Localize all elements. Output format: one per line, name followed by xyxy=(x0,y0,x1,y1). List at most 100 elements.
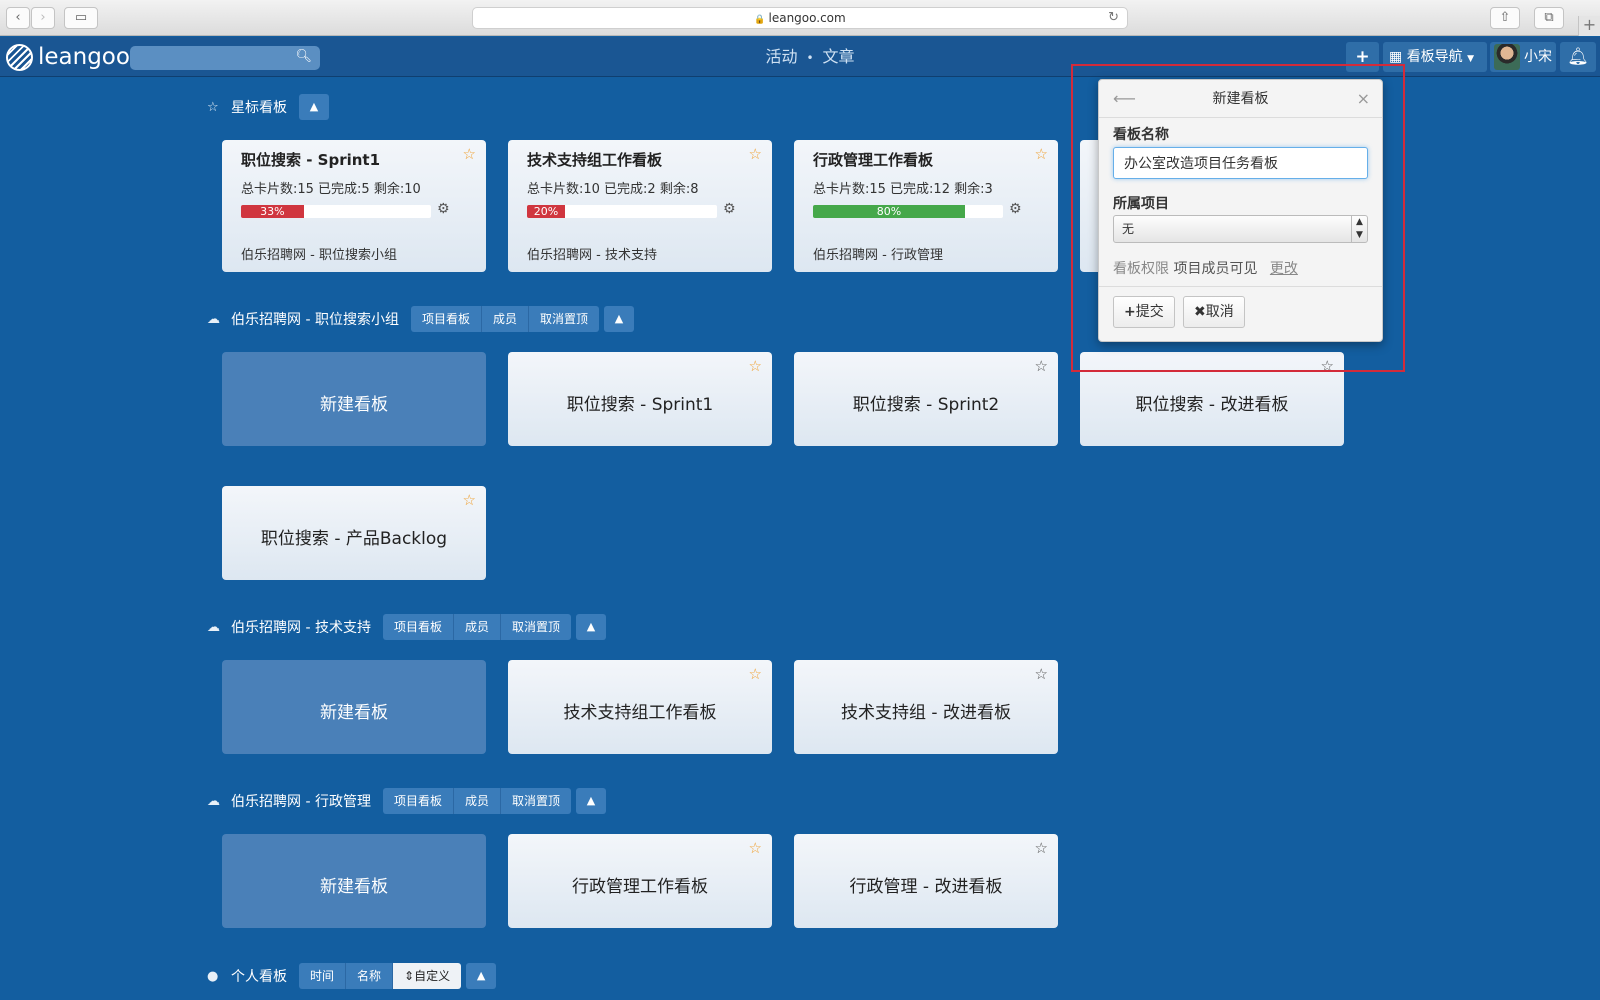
project-section-header: ☁ 伯乐招聘网 - 行政管理 项目看板 成员 取消置顶 ▲ xyxy=(207,787,606,815)
nav-activity[interactable]: 活动 xyxy=(765,47,797,66)
browser-forward-button[interactable]: › xyxy=(31,7,55,29)
star-icon[interactable]: ☆ xyxy=(463,491,476,509)
collapse-button[interactable]: ▲ xyxy=(576,788,606,814)
project-section-header: ☁ 伯乐招聘网 - 职位搜索小组 项目看板 成员 取消置顶 ▲ xyxy=(207,305,634,333)
board-card[interactable]: ☆ 职位搜索 - Sprint1 xyxy=(508,352,772,446)
board-title: 技术支持组 - 改进看板 xyxy=(841,703,1011,723)
project-button-group: 项目看板 成员 取消置顶 xyxy=(382,614,571,640)
project-boards-button[interactable]: 项目看板 xyxy=(410,306,482,332)
unpin-button[interactable]: 取消置顶 xyxy=(500,614,571,640)
starred-board-card[interactable]: 行政管理工作看板 总卡片数:15 已完成:12 剩余:3 80% ⚙ ☆ 伯乐招… xyxy=(794,140,1058,272)
board-card[interactable]: ☆ 技术支持组 - 改进看板 xyxy=(794,660,1058,754)
star-icon[interactable]: ☆ xyxy=(749,665,762,683)
grid-icon: ▦ xyxy=(1389,49,1403,65)
logo-icon xyxy=(6,43,33,71)
board-title: 职位搜索 - 产品Backlog xyxy=(260,529,448,549)
section-title: 星标看板 xyxy=(231,100,287,116)
members-button[interactable]: 成员 xyxy=(481,306,529,332)
board-group: 伯乐招聘网 - 行政管理 xyxy=(813,248,943,263)
project-title: 伯乐招聘网 - 行政管理 xyxy=(231,794,371,810)
star-icon[interactable]: ☆ xyxy=(749,357,762,375)
collapse-button[interactable]: ▲ xyxy=(604,306,634,332)
new-tab-button[interactable]: + xyxy=(1578,16,1600,36)
board-group: 伯乐招聘网 - 技术支持 xyxy=(527,248,657,263)
star-icon[interactable]: ☆ xyxy=(749,145,762,163)
collapse-button[interactable]: ▲ xyxy=(576,614,606,640)
project-title: 伯乐招聘网 - 技术支持 xyxy=(231,620,371,636)
project-boards-button[interactable]: 项目看板 xyxy=(382,788,454,814)
logo[interactable]: leangoo xyxy=(6,43,130,71)
star-icon[interactable]: ☆ xyxy=(1035,665,1048,683)
share-button[interactable]: ⇧ xyxy=(1490,7,1520,29)
progress-bar: 33% xyxy=(241,205,431,218)
team-icon: ☁ xyxy=(207,619,220,635)
team-icon: ☁ xyxy=(207,793,220,809)
nav-articles[interactable]: 文章 xyxy=(823,47,855,66)
section-title: 个人看板 xyxy=(231,969,287,985)
new-board-card[interactable]: 新建看板 xyxy=(222,834,486,928)
user-name: 小宋 xyxy=(1524,49,1552,65)
board-card[interactable]: ☆ 技术支持组工作看板 xyxy=(508,660,772,754)
board-title: 职位搜索 - Sprint2 xyxy=(852,395,1000,415)
tabs-icon: ⧉ xyxy=(1544,10,1554,25)
sidebar-toggle-button[interactable]: ▭ xyxy=(64,7,98,29)
progress-bar: 80% xyxy=(813,205,1003,218)
reload-icon[interactable]: ↻ xyxy=(1108,8,1119,28)
members-button[interactable]: 成员 xyxy=(453,614,501,640)
unpin-button[interactable]: 取消置顶 xyxy=(500,788,571,814)
star-icon[interactable]: ☆ xyxy=(1035,145,1048,163)
highlight-frame xyxy=(1071,64,1405,372)
board-card[interactable]: ☆ 职位搜索 - 产品Backlog xyxy=(222,486,486,580)
user-menu[interactable]: 小宋 xyxy=(1490,42,1556,72)
chevron-up-icon: ▲ xyxy=(476,969,486,982)
star-icon[interactable]: ☆ xyxy=(463,145,476,163)
chevron-up-icon: ▲ xyxy=(586,620,596,633)
sort-name-button[interactable]: 名称 xyxy=(346,963,394,989)
board-card[interactable]: ☆ 行政管理 - 改进看板 xyxy=(794,834,1058,928)
board-stats: 总卡片数:10 已完成:2 剩余:8 xyxy=(527,182,699,197)
address-bar[interactable]: 🔒 leangoo.com ↻ xyxy=(472,7,1128,29)
board-title: 行政管理工作看板 xyxy=(572,877,708,897)
team-icon: ☁ xyxy=(207,311,220,327)
project-boards-button[interactable]: 项目看板 xyxy=(382,614,454,640)
notifications-button[interactable]: 🔔︎ xyxy=(1560,42,1596,72)
sidebar-icon: ▭ xyxy=(74,10,88,25)
members-button[interactable]: 成员 xyxy=(453,788,501,814)
search-icon[interactable]: 🔍︎ xyxy=(295,49,312,64)
new-board-label: 新建看板 xyxy=(320,703,388,723)
tabs-overview-button[interactable]: ⧉ xyxy=(1534,7,1564,29)
star-icon[interactable]: ☆ xyxy=(1035,839,1048,857)
new-board-label: 新建看板 xyxy=(320,395,388,415)
board-nav-label: 看板导航 xyxy=(1406,49,1463,65)
unpin-button[interactable]: 取消置顶 xyxy=(528,306,599,332)
gear-icon[interactable]: ⚙ xyxy=(723,201,736,217)
user-icon: ● xyxy=(207,968,219,984)
search-input[interactable]: 🔍︎ xyxy=(130,46,320,70)
logo-text: leangoo xyxy=(38,44,130,70)
gear-icon[interactable]: ⚙ xyxy=(437,201,450,217)
board-title: 职位搜索 - 改进看板 xyxy=(1135,395,1289,415)
collapse-button[interactable]: ▲ xyxy=(466,963,497,989)
sort-custom-button[interactable]: ⇕自定义 xyxy=(393,963,462,989)
browser-back-button[interactable]: ‹ xyxy=(6,7,30,29)
star-icon[interactable]: ☆ xyxy=(749,839,762,857)
browser-toolbar: ‹ › ▭ 🔒 leangoo.com ↻ ⇧ ⧉ + xyxy=(0,0,1600,36)
progress-fill: 33% xyxy=(241,205,304,218)
board-title: 行政管理 - 改进看板 xyxy=(849,877,1003,897)
board-card[interactable]: ☆ 职位搜索 - Sprint2 xyxy=(794,352,1058,446)
sort-time-button[interactable]: 时间 xyxy=(299,963,347,989)
board-card[interactable]: ☆ 行政管理工作看板 xyxy=(508,834,772,928)
new-board-card[interactable]: 新建看板 xyxy=(222,352,486,446)
caret-down-icon: ▼ xyxy=(1467,54,1475,64)
progress-fill: 20% xyxy=(527,205,565,218)
gear-icon[interactable]: ⚙ xyxy=(1009,201,1022,217)
sort-icon: ⇕ xyxy=(404,969,415,983)
starred-board-card[interactable]: 职位搜索 - Sprint1 总卡片数:15 已完成:5 剩余:10 33% ⚙… xyxy=(222,140,486,272)
starred-board-card[interactable]: 技术支持组工作看板 总卡片数:10 已完成:2 剩余:8 20% ⚙ ☆ 伯乐招… xyxy=(508,140,772,272)
project-button-group: 项目看板 成员 取消置顶 xyxy=(382,788,571,814)
board-title: 技术支持组工作看板 xyxy=(563,703,717,723)
collapse-button[interactable]: ▲ xyxy=(299,94,329,120)
new-board-card[interactable]: 新建看板 xyxy=(222,660,486,754)
progress-fill: 80% xyxy=(813,205,965,218)
star-icon[interactable]: ☆ xyxy=(1035,357,1048,375)
